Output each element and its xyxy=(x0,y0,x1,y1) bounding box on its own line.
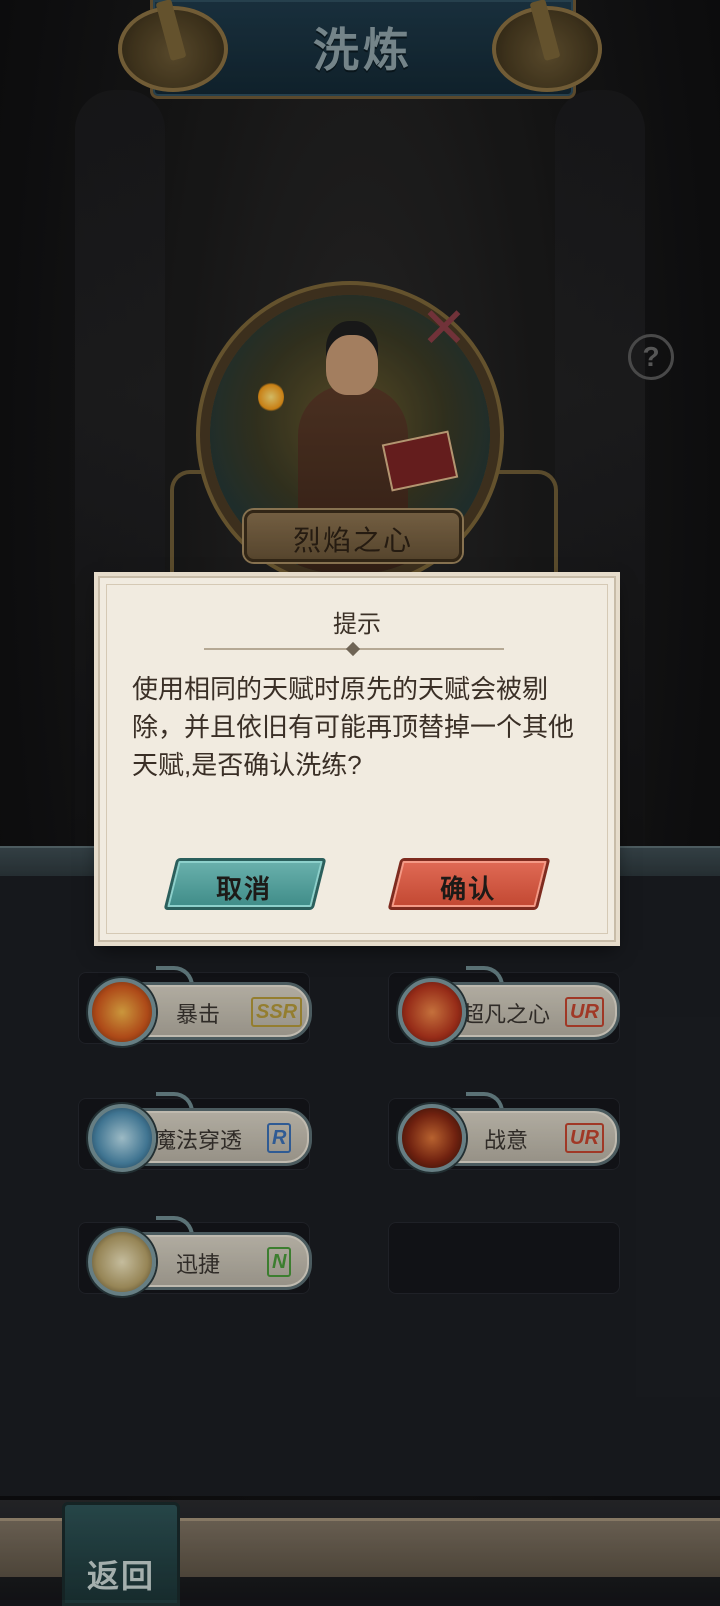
dialog-divider xyxy=(204,648,504,650)
cancel-label: 取消 xyxy=(216,874,273,904)
cancel-button[interactable]: 取消 xyxy=(163,858,327,910)
dialog-message: 使用相同的天赋时原先的天赋会被剔除，并且依旧有可能再顶替掉一个其他天赋,是否确认… xyxy=(132,674,575,780)
confirm-label: 确认 xyxy=(440,874,497,904)
dialog-title: 提示 xyxy=(333,611,381,638)
confirm-dialog: 提示 使用相同的天赋时原先的天赋会被剔除，并且依旧有可能再顶替掉一个其他天赋,是… xyxy=(98,576,616,942)
confirm-button[interactable]: 确认 xyxy=(387,858,551,910)
